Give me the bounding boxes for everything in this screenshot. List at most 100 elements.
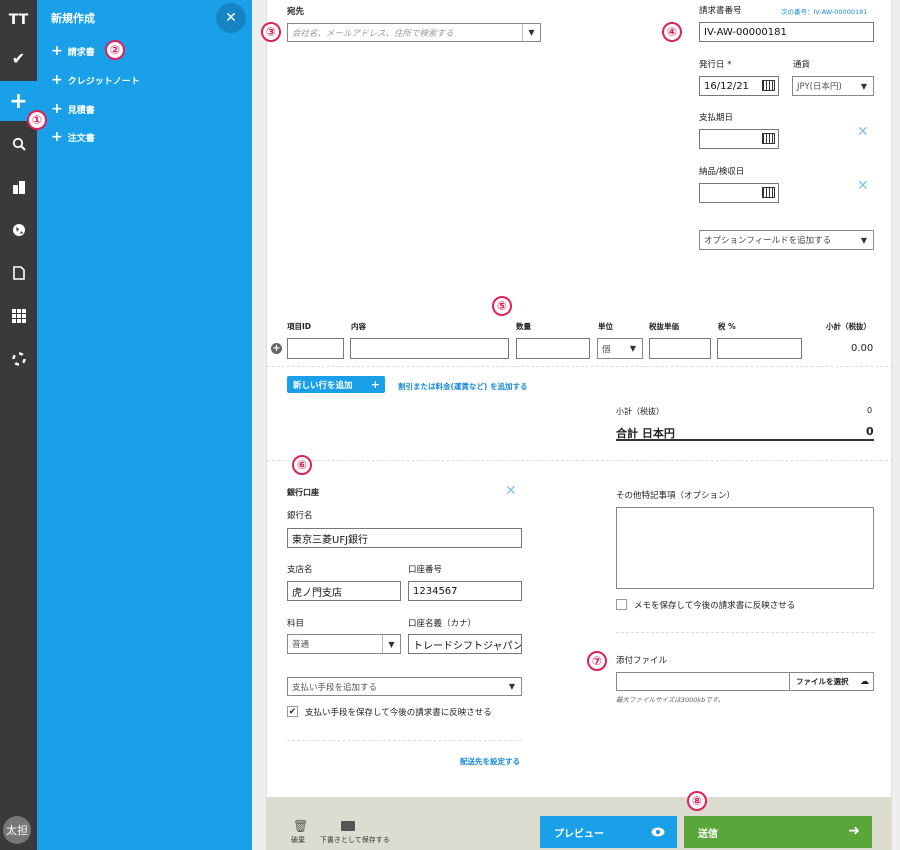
- chevron-down-icon: ▼: [522, 24, 540, 41]
- account-number-input[interactable]: 1234567: [408, 581, 522, 601]
- issue-date-input[interactable]: 16/12/21: [699, 76, 779, 96]
- bank-name-input[interactable]: 東京三菱UFJ銀行: [287, 528, 522, 548]
- calendar-icon[interactable]: [762, 187, 775, 198]
- divider: [287, 740, 522, 741]
- plus-icon: +: [51, 72, 63, 88]
- app-logo[interactable]: TT: [0, 0, 37, 40]
- search-icon[interactable]: [0, 124, 37, 164]
- item-unit-select[interactable]: 個 ▼: [597, 338, 643, 359]
- account-number-label: 口座番号: [408, 565, 443, 575]
- help-lifebuoy-icon[interactable]: [0, 339, 37, 379]
- menu-title: 新規作成: [51, 12, 95, 25]
- next-number-hint: 次の番号：IV-AW-00000181: [781, 8, 868, 16]
- apps-grid-icon[interactable]: [0, 296, 37, 336]
- preview-button[interactable]: プレビュー: [540, 816, 677, 848]
- chevron-down-icon: ▼: [508, 682, 516, 691]
- folder-icon[interactable]: [341, 821, 355, 831]
- send-button[interactable]: 送信 ➜: [684, 816, 872, 848]
- account-holder-input[interactable]: トレードシフトジャパン: [408, 634, 522, 654]
- upload-cloud-icon: ☁: [860, 676, 869, 687]
- chevron-down-icon: ▼: [382, 635, 400, 653]
- send-label: 送信: [698, 828, 718, 840]
- add-line-circle-icon[interactable]: +: [271, 343, 282, 354]
- account-type-value: 普通: [292, 640, 310, 650]
- annotation-badge-1: ①: [27, 110, 47, 130]
- recipient-placeholder: 会社名、メールアドレス、住所で検索する: [292, 28, 454, 39]
- col-header-tax: 税 %: [718, 322, 736, 331]
- menu-item-label: 注文書: [67, 133, 95, 144]
- footer-bar: 🗑 破棄 下書きとして保存する プレビュー 送信 ➜ ⑧: [266, 791, 892, 850]
- add-row-label: 新しい行を追加: [293, 380, 353, 391]
- save-payment-checkbox[interactable]: ✔: [287, 706, 298, 717]
- bank-name-label: 銀行名: [287, 511, 313, 521]
- invoice-form: 宛先 会社名、メールアドレス、住所で検索する ▼ ③ ④ 請求書番号 次の番号：…: [261, 0, 893, 797]
- divider: [267, 366, 893, 367]
- recipient-label: 宛先: [287, 7, 305, 17]
- choose-file-button[interactable]: ファイルを選択 ☁: [789, 673, 874, 690]
- annotation-badge-4: ④: [662, 22, 682, 42]
- currency-value: JPY(日本円): [797, 82, 842, 92]
- save-draft-label[interactable]: 下書きとして保存する: [320, 835, 390, 845]
- plus-icon: +: [51, 129, 63, 145]
- add-payment-method-select[interactable]: 支払い手段を追加する ▼: [287, 677, 522, 696]
- col-header-unit: 単位: [598, 322, 613, 331]
- menu-item-label: 見積書: [67, 105, 95, 116]
- row-subtotal: 0.00: [851, 343, 874, 354]
- annotation-badge-6: ⑥: [292, 455, 312, 475]
- plus-icon: +: [51, 43, 63, 59]
- issue-date-value: 16/12/21: [704, 80, 749, 92]
- recipient-search-select[interactable]: 会社名、メールアドレス、住所で検索する ▼: [287, 23, 541, 42]
- buildings-icon[interactable]: [0, 167, 37, 207]
- item-id-input[interactable]: [287, 338, 344, 359]
- annotation-badge-3: ③: [261, 22, 281, 42]
- unit-value: 個: [602, 344, 611, 355]
- menu-item-quote[interactable]: + 見積書: [51, 101, 95, 117]
- trash-icon[interactable]: 🗑: [293, 819, 308, 833]
- menu-item-invoice[interactable]: + 請求書: [51, 43, 95, 59]
- user-avatar[interactable]: 太担: [3, 816, 31, 844]
- account-type-select[interactable]: 普通 ▼: [287, 634, 401, 654]
- item-desc-input[interactable]: [350, 338, 509, 359]
- divider: [267, 460, 893, 461]
- clear-delivery-date-icon[interactable]: ✕: [857, 178, 869, 194]
- due-date-label: 支払期日: [699, 113, 734, 123]
- account-type-label: 科目: [287, 619, 305, 629]
- discard-label[interactable]: 破棄: [291, 835, 305, 845]
- clear-due-date-icon[interactable]: ✕: [857, 124, 869, 140]
- calendar-icon[interactable]: [762, 80, 775, 91]
- branch-input[interactable]: 虎ノ門支店: [287, 581, 401, 601]
- item-tax-input[interactable]: [717, 338, 802, 359]
- calendar-icon[interactable]: [762, 133, 775, 144]
- due-date-input[interactable]: [699, 129, 779, 149]
- choose-file-label: ファイルを選択: [796, 677, 849, 686]
- invoice-number-input[interactable]: IV-AW-00000181: [699, 22, 874, 42]
- max-size-hint: 最大ファイルサイズは3000kbです。: [616, 696, 725, 704]
- add-row-button[interactable]: 新しい行を追加 +: [287, 376, 385, 393]
- save-payment-label: 支払い手段を保存して今後の請求書に反映させる: [305, 708, 492, 718]
- remove-bank-icon[interactable]: ✕: [505, 483, 517, 499]
- option-field-select[interactable]: オプションフィールドを追加する ▼: [699, 230, 874, 250]
- check-icon[interactable]: ✔: [0, 38, 37, 78]
- col-header-subtotal: 小計（税抜）: [826, 322, 871, 331]
- save-memo-checkbox[interactable]: [616, 599, 627, 610]
- account-holder-label: 口座名義（カナ）: [408, 619, 477, 629]
- currency-select[interactable]: JPY(日本円) ▼: [792, 76, 874, 96]
- menu-item-credit-note[interactable]: + クレジットノート: [51, 72, 140, 88]
- close-icon[interactable]: ✕: [216, 3, 246, 33]
- option-field-label: オプションフィールドを追加する: [704, 236, 832, 246]
- delivery-date-input[interactable]: [699, 183, 779, 203]
- attachment-input[interactable]: ファイルを選択 ☁: [616, 672, 874, 691]
- item-qty-input[interactable]: [516, 338, 590, 359]
- total-underline: [616, 439, 874, 441]
- item-price-input[interactable]: [649, 338, 711, 359]
- chevron-down-icon: ▼: [629, 344, 637, 353]
- menu-item-purchase-order[interactable]: + 注文書: [51, 129, 95, 145]
- currency-label: 通貨: [793, 60, 811, 70]
- set-ship-to-link[interactable]: 配送先を設定する: [460, 756, 520, 767]
- add-discount-link[interactable]: 割引または料金(運賃など) を追加する: [398, 381, 527, 392]
- notes-textarea[interactable]: [616, 507, 874, 589]
- col-header-qty: 数量: [516, 322, 531, 331]
- globe-icon[interactable]: [0, 210, 37, 250]
- document-icon[interactable]: [0, 253, 37, 293]
- new-menu-panel: 新規作成 ✕ + 請求書 + クレジットノート + 見積書 + 注文書: [37, 0, 252, 850]
